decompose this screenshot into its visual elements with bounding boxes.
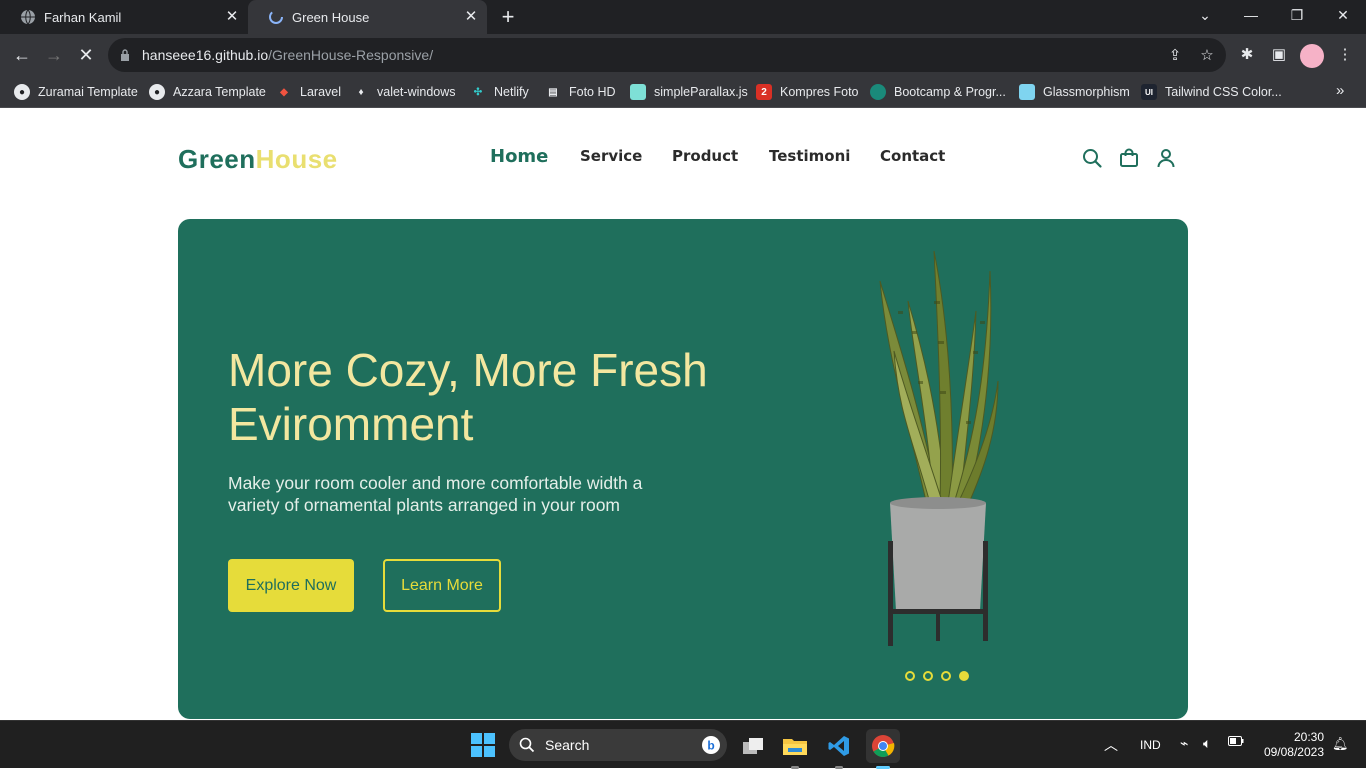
site-logo[interactable]: GreenHouse — [178, 144, 338, 175]
lock-icon — [121, 49, 129, 61]
slider-dot[interactable] — [923, 671, 933, 681]
glassmorphism-icon — [1019, 84, 1035, 100]
back-button[interactable]: ← — [10, 43, 34, 67]
task-view-icon[interactable] — [736, 729, 770, 763]
bookmark-item[interactable]: ▤ Foto HD — [545, 76, 615, 108]
bookmark-item[interactable]: ◆ Laravel — [276, 76, 341, 108]
search-icon — [519, 737, 535, 753]
more-menu-icon[interactable]: ⋮ — [1336, 46, 1354, 64]
nav-home[interactable]: Home — [490, 146, 548, 167]
bookmark-item[interactable]: UI Tailwind CSS Color... — [1141, 76, 1282, 108]
github-icon: ● — [149, 84, 165, 100]
taskbar-search-box[interactable]: Search b — [509, 729, 727, 761]
tab-title: Farhan Kamil — [44, 9, 122, 25]
svg-text:b: b — [707, 739, 714, 753]
chrome-icon[interactable] — [866, 729, 900, 769]
bootcamp-icon — [870, 84, 886, 100]
search-label: Search — [545, 737, 590, 753]
url-text: hanseee16.github.io/GreenHouse-Responsiv… — [142, 47, 434, 63]
tailwind-ui-icon: UI — [1141, 84, 1157, 100]
bookmark-item[interactable]: ♦ valet-windows — [353, 76, 455, 108]
new-tab-button[interactable]: + — [497, 6, 519, 28]
kompres-foto-icon: 2 — [756, 84, 772, 100]
slider-dot[interactable] — [941, 671, 951, 681]
close-tab-icon[interactable]: ✕ — [224, 9, 240, 25]
nav-contact[interactable]: Contact — [880, 147, 945, 165]
bookmarks-bar: ● Zuramai Template ● Azzara Template ◆ Lara… — [0, 76, 1366, 108]
user-icon[interactable] — [1155, 147, 1177, 169]
bookmark-item[interactable]: ✣ Netlify — [470, 76, 529, 108]
tab-farhan-kamil[interactable]: Farhan Kamil ✕ — [0, 0, 248, 34]
laravel-icon: ◆ — [280, 86, 288, 98]
bookmark-item[interactable]: Bootcamp & Progr... — [870, 76, 1006, 108]
slider-dots — [905, 671, 969, 681]
bookmarks-overflow-icon[interactable]: » — [1336, 82, 1344, 99]
share-icon[interactable]: ⇪ — [1166, 47, 1184, 65]
shopping-bag-icon[interactable] — [1118, 147, 1140, 169]
file-explorer-icon[interactable] — [778, 729, 812, 769]
notification-bell-icon[interactable]: 🔔︎ — [1332, 736, 1349, 752]
webpage-viewport: GreenHouse Home Service Product Testimon… — [0, 109, 1366, 720]
side-panel-icon[interactable]: ▣ — [1270, 46, 1288, 64]
loading-spinner-icon — [268, 9, 284, 25]
close-tab-icon[interactable]: ✕ — [463, 9, 479, 25]
address-bar[interactable]: hanseee16.github.io/GreenHouse-Responsiv… — [108, 38, 1226, 72]
tab-green-house[interactable]: Green House ✕ — [248, 0, 487, 34]
explore-now-button[interactable]: Explore Now — [228, 559, 354, 612]
valet-icon: ♦ — [358, 86, 364, 98]
bookmark-item[interactable]: ● Azzara Template — [149, 76, 266, 108]
browser-toolbar: ← → ✕ hanseee16.github.io/GreenHouse-Res… — [0, 34, 1366, 76]
windows-taskbar: Search b ︿ IND ⌁ 🔈︎ 20:30 09/08/2023 🔔︎ — [0, 720, 1366, 769]
bookmark-item[interactable]: 2 Kompres Foto — [756, 76, 859, 108]
extensions-icon[interactable]: ✱ — [1238, 46, 1256, 64]
bookmark-item[interactable]: Glassmorphism — [1019, 76, 1130, 108]
clock[interactable]: 20:30 09/08/2023 — [1258, 730, 1324, 760]
nav-testimoni[interactable]: Testimoni — [769, 147, 850, 165]
minimize-button[interactable]: — — [1228, 0, 1274, 30]
hero-subtitle: Make your room cooler and more comfortab… — [228, 473, 643, 515]
battery-icon[interactable] — [1228, 735, 1244, 750]
netlify-icon: ✣ — [473, 86, 483, 98]
slider-dot-active[interactable] — [959, 671, 969, 681]
nav-service[interactable]: Service — [580, 147, 642, 165]
bookmark-star-icon[interactable]: ☆ — [1198, 47, 1216, 65]
volume-icon[interactable]: 🔈︎ — [1203, 735, 1211, 752]
bookmark-item[interactable]: ● Zuramai Template — [14, 76, 138, 108]
windows-start-icon[interactable] — [471, 733, 495, 757]
network-icon[interactable]: ⌁ — [1180, 735, 1188, 752]
foto-hd-icon: ▤ — [548, 86, 558, 98]
bookmark-item[interactable]: simpleParallax.js — [630, 76, 748, 108]
snake-plant-image — [879, 250, 999, 646]
tab-title: Green House — [292, 9, 370, 25]
globe-icon — [20, 9, 36, 25]
browser-tab-strip: Farhan Kamil ✕ Green House ✕ + ⌄ — ❐ ✕ — [0, 0, 1366, 34]
hero-title: More Cozy, More Fresh Eviromment — [228, 344, 708, 450]
slider-dot[interactable] — [905, 671, 915, 681]
close-window-button[interactable]: ✕ — [1320, 0, 1366, 30]
forward-button[interactable]: → — [42, 43, 66, 67]
tab-search-chevron-icon[interactable]: ⌄ — [1182, 0, 1228, 30]
hero-banner: More Cozy, More Fresh Eviromment Make yo… — [178, 219, 1188, 719]
search-icon[interactable] — [1081, 147, 1103, 169]
nav-product[interactable]: Product — [672, 147, 738, 165]
restore-button[interactable]: ❐ — [1274, 0, 1320, 30]
vscode-icon[interactable] — [822, 729, 856, 769]
stop-loading-button[interactable]: ✕ — [74, 43, 98, 67]
show-hidden-icons-chevron[interactable]: ︿ — [1104, 735, 1118, 755]
profile-avatar[interactable] — [1300, 44, 1324, 68]
input-language-indicator[interactable]: IND — [1140, 738, 1161, 752]
bing-icon[interactable]: b — [701, 735, 721, 755]
github-icon: ● — [14, 84, 30, 100]
parallax-icon — [630, 84, 646, 100]
learn-more-button[interactable]: Learn More — [383, 559, 501, 612]
